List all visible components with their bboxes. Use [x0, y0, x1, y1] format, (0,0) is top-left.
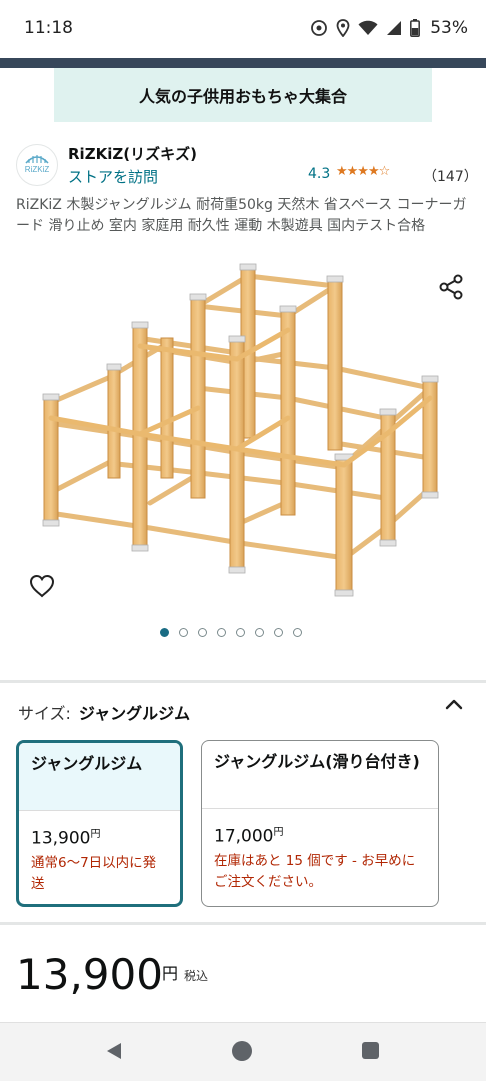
- divider: [0, 922, 486, 925]
- price-currency: 円: [162, 964, 179, 983]
- size-selected-value: ジャングルジム: [78, 704, 191, 723]
- battery-percent: 53%: [430, 18, 468, 38]
- rating-value[interactable]: 4.3: [308, 166, 330, 182]
- option-price: 17,000円: [214, 826, 284, 847]
- battery-icon: [410, 19, 421, 37]
- recents-icon[interactable]: [362, 1042, 379, 1059]
- status-bar: 11:18 53%: [0, 0, 486, 58]
- pagination-dot[interactable]: [198, 628, 207, 637]
- option-stock-note: 在庫はあと 15 個です - お早めにご注文ください。: [214, 852, 416, 890]
- sync-icon: [311, 20, 328, 36]
- divider: [0, 680, 486, 683]
- size-selector-header[interactable]: サイズ: ジャングルジム: [18, 700, 190, 724]
- pagination-dot[interactable]: [255, 628, 264, 637]
- promo-banner[interactable]: 人気の子供用おもちゃ大集合: [54, 68, 432, 122]
- pagination-dot[interactable]: [179, 628, 188, 637]
- visit-store-link[interactable]: ストアを訪問: [68, 166, 158, 187]
- signal-icon: [387, 21, 402, 35]
- size-option-jungle-gym-slide[interactable]: ジャングルジム(滑り台付き) 17,000円 在庫はあと 15 個です - お早…: [201, 740, 439, 907]
- price-tax-label: 税込: [184, 969, 209, 983]
- heart-icon[interactable]: [28, 572, 56, 600]
- brand-name: RiZKiZ(リズキズ): [68, 145, 197, 163]
- wifi-icon: [358, 20, 378, 35]
- size-option-jungle-gym[interactable]: ジャングルジム 13,900円 通常6〜7日以内に発送: [16, 740, 183, 907]
- pagination-dot[interactable]: [274, 628, 283, 637]
- status-icons: 53%: [310, 16, 468, 40]
- pagination-dot[interactable]: [217, 628, 226, 637]
- svg-text:RiZKiZ: RiZKiZ: [25, 165, 50, 174]
- option-name: ジャングルジム(滑り台付き): [202, 741, 438, 809]
- pagination-dot[interactable]: [293, 628, 302, 637]
- store-logo[interactable]: RiZKiZ: [16, 144, 58, 186]
- image-pagination: [160, 628, 302, 637]
- size-label: サイズ:: [18, 704, 71, 723]
- product-title: RiZKiZ 木製ジャングルジム 耐荷重50kg 天然木 省スペース コーナーガ…: [16, 197, 467, 234]
- store-logo-image: RiZKiZ: [25, 155, 50, 174]
- pagination-dot[interactable]: [160, 628, 169, 637]
- review-count[interactable]: （147）: [423, 166, 478, 186]
- status-time: 11:18: [24, 18, 73, 38]
- star-rating[interactable]: ★★★★☆: [336, 164, 390, 179]
- pagination-dot[interactable]: [236, 628, 245, 637]
- option-price: 13,900円: [31, 828, 101, 849]
- system-nav-bar: [0, 1022, 486, 1081]
- option-name: ジャングルジム: [19, 743, 180, 811]
- option-delivery-note: 通常6〜7日以内に発送: [31, 854, 157, 892]
- location-icon: [336, 19, 350, 37]
- product-image[interactable]: [30, 258, 450, 608]
- price-amount: 13,900: [16, 950, 163, 999]
- chevron-up-icon[interactable]: [442, 694, 466, 714]
- share-icon[interactable]: [436, 272, 466, 302]
- header-rule: [0, 58, 486, 68]
- back-icon[interactable]: [104, 1041, 124, 1061]
- home-icon[interactable]: [232, 1041, 252, 1061]
